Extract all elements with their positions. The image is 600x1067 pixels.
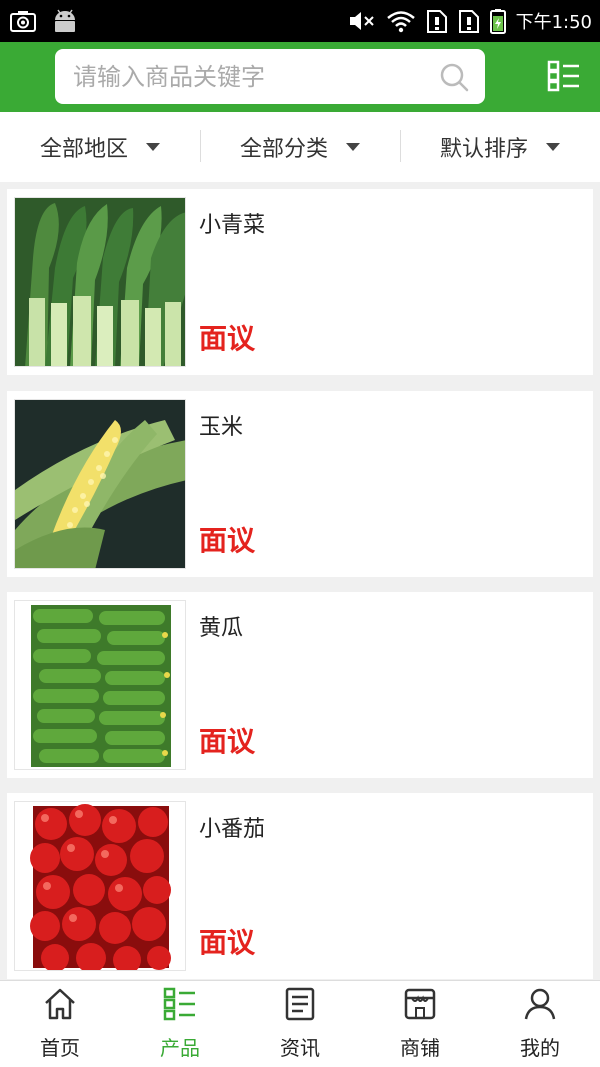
filter-category-label: 全部分类: [239, 137, 328, 162]
filter-region-label: 全部地区: [39, 137, 128, 162]
category-menu-icon[interactable]: [547, 60, 581, 92]
shop-icon: [403, 987, 437, 1026]
product-image-cucumber: [14, 600, 186, 770]
caret-down-icon: [146, 143, 160, 151]
bottom-nav: 首页 产品 资讯 商铺 我的: [0, 980, 600, 1067]
search-icon[interactable]: [439, 62, 469, 92]
nav-mine[interactable]: 我的: [480, 981, 600, 1067]
nav-shop-label: 商铺: [400, 1036, 440, 1060]
news-icon: [283, 987, 317, 1026]
product-card[interactable]: 小番茄 面议: [7, 793, 593, 979]
product-price: 面议: [199, 322, 256, 355]
nav-home[interactable]: 首页: [0, 981, 120, 1067]
search-input[interactable]: [73, 49, 423, 104]
android-icon: [52, 9, 78, 33]
product-image-tomato: [14, 801, 186, 971]
status-bar: 下午1:50: [0, 0, 600, 42]
product-name[interactable]: 玉米: [199, 409, 243, 441]
wifi-icon: [386, 9, 416, 33]
product-name[interactable]: 小番茄: [199, 811, 265, 843]
product-card[interactable]: 小青菜 面议: [7, 189, 593, 375]
caret-down-icon: [346, 143, 360, 151]
nav-news[interactable]: 资讯: [240, 981, 360, 1067]
filter-sort-label: 默认排序: [439, 137, 528, 162]
search-box[interactable]: [55, 49, 485, 104]
product-name[interactable]: 黄瓜: [199, 610, 243, 642]
filter-category[interactable]: 全部分类: [200, 112, 400, 182]
product-image-bok-choy: [14, 197, 186, 367]
sim1-icon: [426, 8, 448, 34]
product-image-corn: [14, 399, 186, 569]
products-icon: [163, 987, 197, 1026]
nav-products[interactable]: 产品: [120, 981, 240, 1067]
status-time: 下午1:50: [515, 12, 592, 33]
nav-home-label: 首页: [40, 1036, 80, 1060]
filter-sort[interactable]: 默认排序: [400, 112, 600, 182]
nav-shop[interactable]: 商铺: [360, 981, 480, 1067]
product-price: 面议: [199, 926, 256, 959]
header: [0, 42, 600, 112]
home-icon: [43, 987, 77, 1026]
sim2-icon: [458, 8, 480, 34]
nav-products-label: 产品: [160, 1036, 200, 1060]
nav-news-label: 资讯: [280, 1036, 320, 1060]
filter-region[interactable]: 全部地区: [0, 112, 200, 182]
camera-icon: [10, 10, 36, 32]
product-price: 面议: [199, 725, 256, 758]
product-price: 面议: [199, 524, 256, 557]
mute-icon: [348, 9, 376, 33]
nav-mine-label: 我的: [520, 1036, 560, 1060]
product-card[interactable]: 黄瓜 面议: [7, 592, 593, 778]
filter-bar: 全部地区 全部分类 默认排序: [0, 112, 600, 182]
user-icon: [523, 987, 557, 1026]
caret-down-icon: [546, 143, 560, 151]
product-card[interactable]: 玉米 面议: [7, 391, 593, 577]
battery-icon: [489, 8, 506, 34]
product-name[interactable]: 小青菜: [199, 207, 265, 239]
